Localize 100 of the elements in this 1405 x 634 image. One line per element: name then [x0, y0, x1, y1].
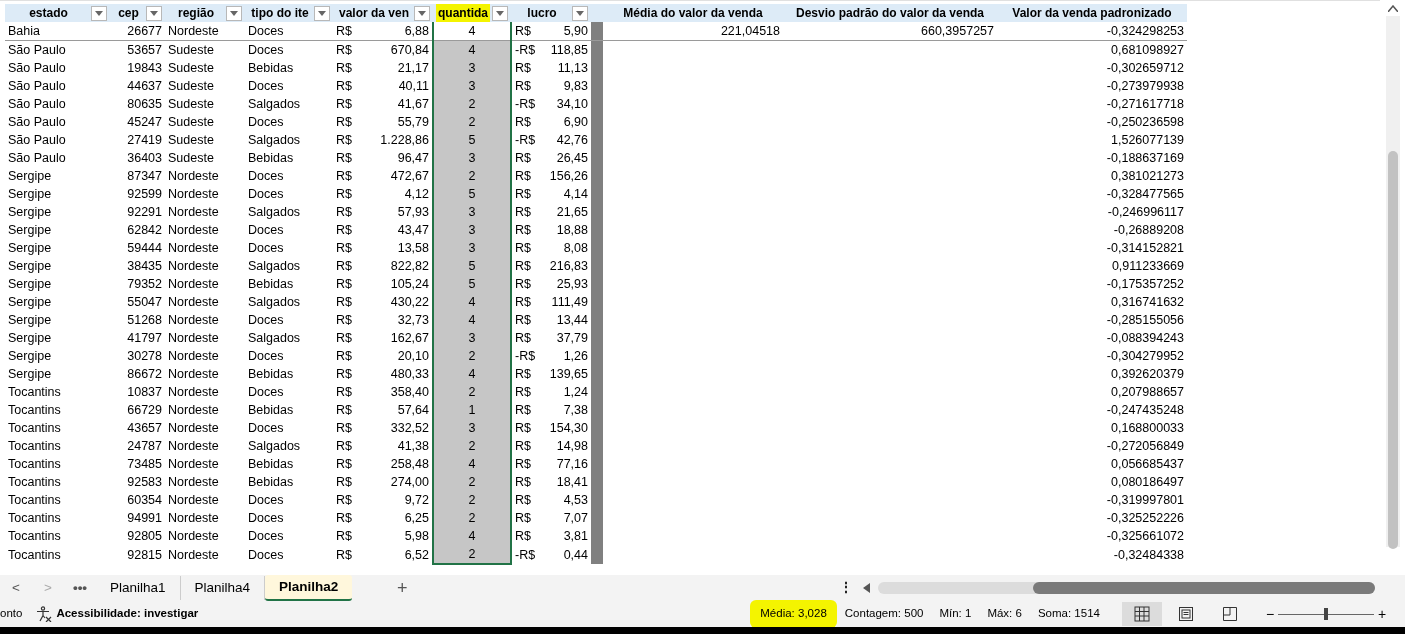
table-cell-text: Sergipe [7, 276, 53, 293]
table-cell: R$ 25,93 [511, 275, 591, 293]
table-cell-text: Sudeste [167, 60, 215, 77]
table-cell: R$ 822,82 [333, 257, 433, 275]
more-options-button[interactable]: ⋮ [838, 577, 855, 599]
sheet-tab[interactable]: Planilha1 [96, 575, 181, 601]
table-cell-text: Nordeste [167, 168, 220, 185]
table-cell: R$ 11,13 [511, 59, 591, 77]
table-cell-text: Nordeste [167, 474, 220, 491]
table-cell-text: 0,168800033 [1110, 420, 1185, 437]
caret-icon [418, 10, 426, 16]
status-statistic: Máx: 6 [986, 606, 1023, 622]
column-header: Valor da venda padronizado [997, 4, 1187, 22]
table-cell-text: Salgados [247, 294, 302, 311]
table-cell: R$ 4,12 [333, 185, 433, 203]
table-cell-text: Tocantins [7, 420, 62, 437]
table-cell: R$ 21,65 [511, 203, 591, 221]
table-cell-text: Doces [247, 222, 285, 239]
table-cell: R$ 57,93 [333, 203, 433, 221]
table-cell: R$ 7,38 [511, 401, 591, 419]
table-cell-text: Doces [247, 492, 285, 509]
table-cell-text: -0,188637169 [1105, 150, 1185, 167]
table-cell-text: São Paulo [7, 96, 67, 113]
sheet-tab[interactable]: Planilha2 [265, 574, 353, 602]
table-cell: R$ 5,98 [333, 527, 433, 545]
table-cell-text: Doces [247, 510, 285, 527]
table-cell: R$ 18,88 [511, 221, 591, 239]
filter-button[interactable] [91, 5, 107, 21]
column-header: valor da ven [338, 5, 410, 22]
table-cell-text: Nordeste [167, 510, 220, 527]
zoom-out-button[interactable]: − [1261, 603, 1279, 625]
caret-icon [496, 10, 504, 16]
table-cell-text: -0,246996117 [1106, 204, 1185, 221]
filter-button[interactable] [314, 5, 330, 21]
status-statistic: Soma: 1514 [1036, 606, 1101, 622]
table-cell: R$ 111,49 [511, 293, 591, 311]
table-cell-text: 24787 [126, 438, 163, 455]
table-cell-text: Doces [247, 114, 285, 131]
table-cell: 2 [433, 167, 511, 185]
table-cell-text: -0,247435248 [1105, 402, 1185, 419]
table-cell: R$ 4,14 [511, 185, 591, 203]
table-cell-text: 80635 [126, 96, 163, 113]
table-cell-text: Doces [247, 420, 285, 437]
table-cell-text: Sergipe [7, 186, 53, 203]
table-cell-text: 0,080186497 [1110, 474, 1185, 491]
column-header: região [177, 5, 215, 22]
table-cell: R$ 7,07 [511, 509, 591, 527]
scroll-left-icon[interactable] [862, 583, 873, 593]
previous-sheet-button[interactable]: < [0, 577, 32, 599]
table-cell: R$ 162,67 [333, 329, 433, 347]
table-cell-text: Nordeste [167, 186, 220, 203]
table-cell-text: 92583 [126, 474, 163, 491]
table-cell: 4 [433, 365, 511, 383]
table-cell: R$ 6,25 [333, 509, 433, 527]
table-cell: R$ 18,41 [511, 473, 591, 491]
table-cell-text: Sergipe [7, 312, 53, 329]
table-cell: 5 [433, 185, 511, 203]
table-cell-text: Doces [247, 78, 285, 95]
status-text: onto [0, 606, 23, 622]
table-cell: 4 [433, 527, 511, 545]
more-sheets-button[interactable]: ••• [64, 577, 96, 599]
table-cell-text: -0,325661072 [1105, 528, 1185, 545]
table-cell: R$ 156,26 [511, 167, 591, 185]
status-statistic: Mín: 1 [938, 606, 973, 622]
table-cell-text: Salgados [247, 204, 302, 221]
table-cell: R$ 96,47 [333, 149, 433, 167]
filter-button[interactable] [492, 5, 508, 21]
table-cell-text: -0,32484338 [1112, 546, 1185, 564]
table-cell-text: Nordeste [167, 222, 220, 239]
filter-button[interactable] [414, 5, 430, 21]
table-cell-text: Nordeste [167, 402, 220, 419]
scroll-up-icon[interactable] [1387, 5, 1398, 12]
table-cell-text: 19843 [126, 60, 163, 77]
table-cell: -R$ 0,44 [511, 545, 591, 564]
caret-icon [150, 10, 158, 16]
table-cell: R$ 139,65 [511, 365, 591, 383]
table-cell: 5 [433, 275, 511, 293]
table-cell-text: Nordeste [167, 366, 220, 383]
zoom-slider-thumb[interactable] [1324, 608, 1329, 620]
table-cell: 3 [433, 77, 511, 95]
table-cell-text: 79352 [126, 276, 163, 293]
table-cell: Sudeste [165, 40, 245, 59]
table-cell: 3 [433, 419, 511, 437]
table-cell: R$ 1,24 [511, 383, 591, 401]
zoom-in-button[interactable]: + [1374, 603, 1391, 625]
table-cell-text: Salgados [247, 132, 302, 149]
table-cell-text: -0,304279952 [1105, 348, 1185, 365]
table-cell-text: 94991 [126, 510, 163, 527]
add-sheet-button[interactable]: + [386, 574, 419, 602]
filter-button[interactable] [146, 5, 162, 21]
filter-button[interactable] [226, 5, 242, 21]
table-cell-text: São Paulo [7, 60, 67, 77]
filter-button[interactable] [572, 5, 588, 21]
normal-view-button[interactable] [1121, 602, 1162, 626]
table-cell-text: 0,207988657 [1110, 384, 1185, 401]
accessibility-status-button[interactable]: Acessibilidade: investigar [56, 605, 199, 623]
table-cell-text: Doces [247, 528, 285, 545]
table-cell-text: 0,381021273 [1110, 168, 1185, 185]
horizontal-scrollbar[interactable] [878, 582, 1375, 594]
table-cell: -R$ 34,10 [511, 95, 591, 113]
